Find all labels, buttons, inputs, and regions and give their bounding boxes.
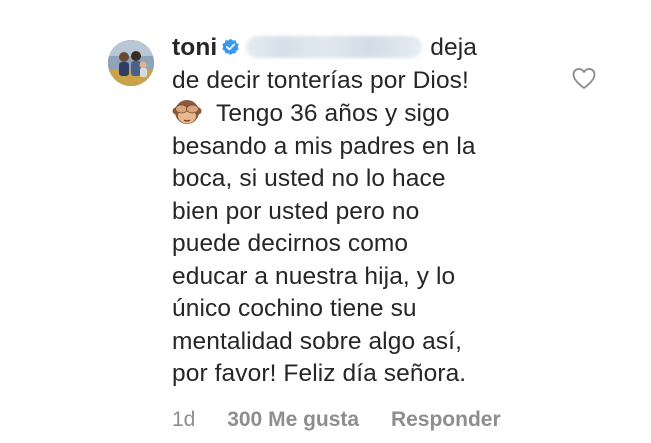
comment-time[interactable]: 1d: [172, 408, 195, 431]
comment-meta: 1d 300 Me gusta Responder: [172, 408, 527, 432]
comment-line-2: de decir tonterías por Dios!: [172, 66, 469, 94]
comment-line-1: deja: [430, 34, 478, 61]
username[interactable]: toni: [172, 34, 217, 61]
blurred-mention: [246, 36, 423, 58]
comment: toni deja de decir tonterías por Dios! T…: [0, 0, 651, 443]
comment-line-8: educar a nuestra hija, y lo: [172, 262, 456, 290]
comment-text: toni deja de decir tonterías por Dios! T…: [172, 32, 562, 391]
see-no-evil-monkey-icon: [172, 100, 202, 124]
verified-badge-icon: [222, 38, 239, 55]
heart-outline-icon[interactable]: [570, 64, 598, 92]
comment-line-4: besando a mis padres en la: [172, 132, 476, 160]
comment-line-9: único cochino tiene su: [172, 295, 417, 322]
comment-line-6: bien por usted pero no: [172, 197, 420, 225]
comment-line-3: Tengo 36 años y sigo: [216, 100, 450, 127]
comment-line-5: boca, si usted no lo hace: [172, 165, 446, 192]
avatar[interactable]: [108, 40, 154, 86]
comment-line-11: por favor! Feliz día señora.: [172, 360, 467, 387]
avatar-image: [108, 40, 154, 86]
likes-count-button[interactable]: 300 Me gusta: [227, 408, 359, 431]
reply-button[interactable]: Responder: [391, 408, 501, 431]
comment-line-10: mentalidad sobre algo así,: [172, 327, 462, 355]
comment-line-7: puede decirnos como: [172, 230, 409, 257]
